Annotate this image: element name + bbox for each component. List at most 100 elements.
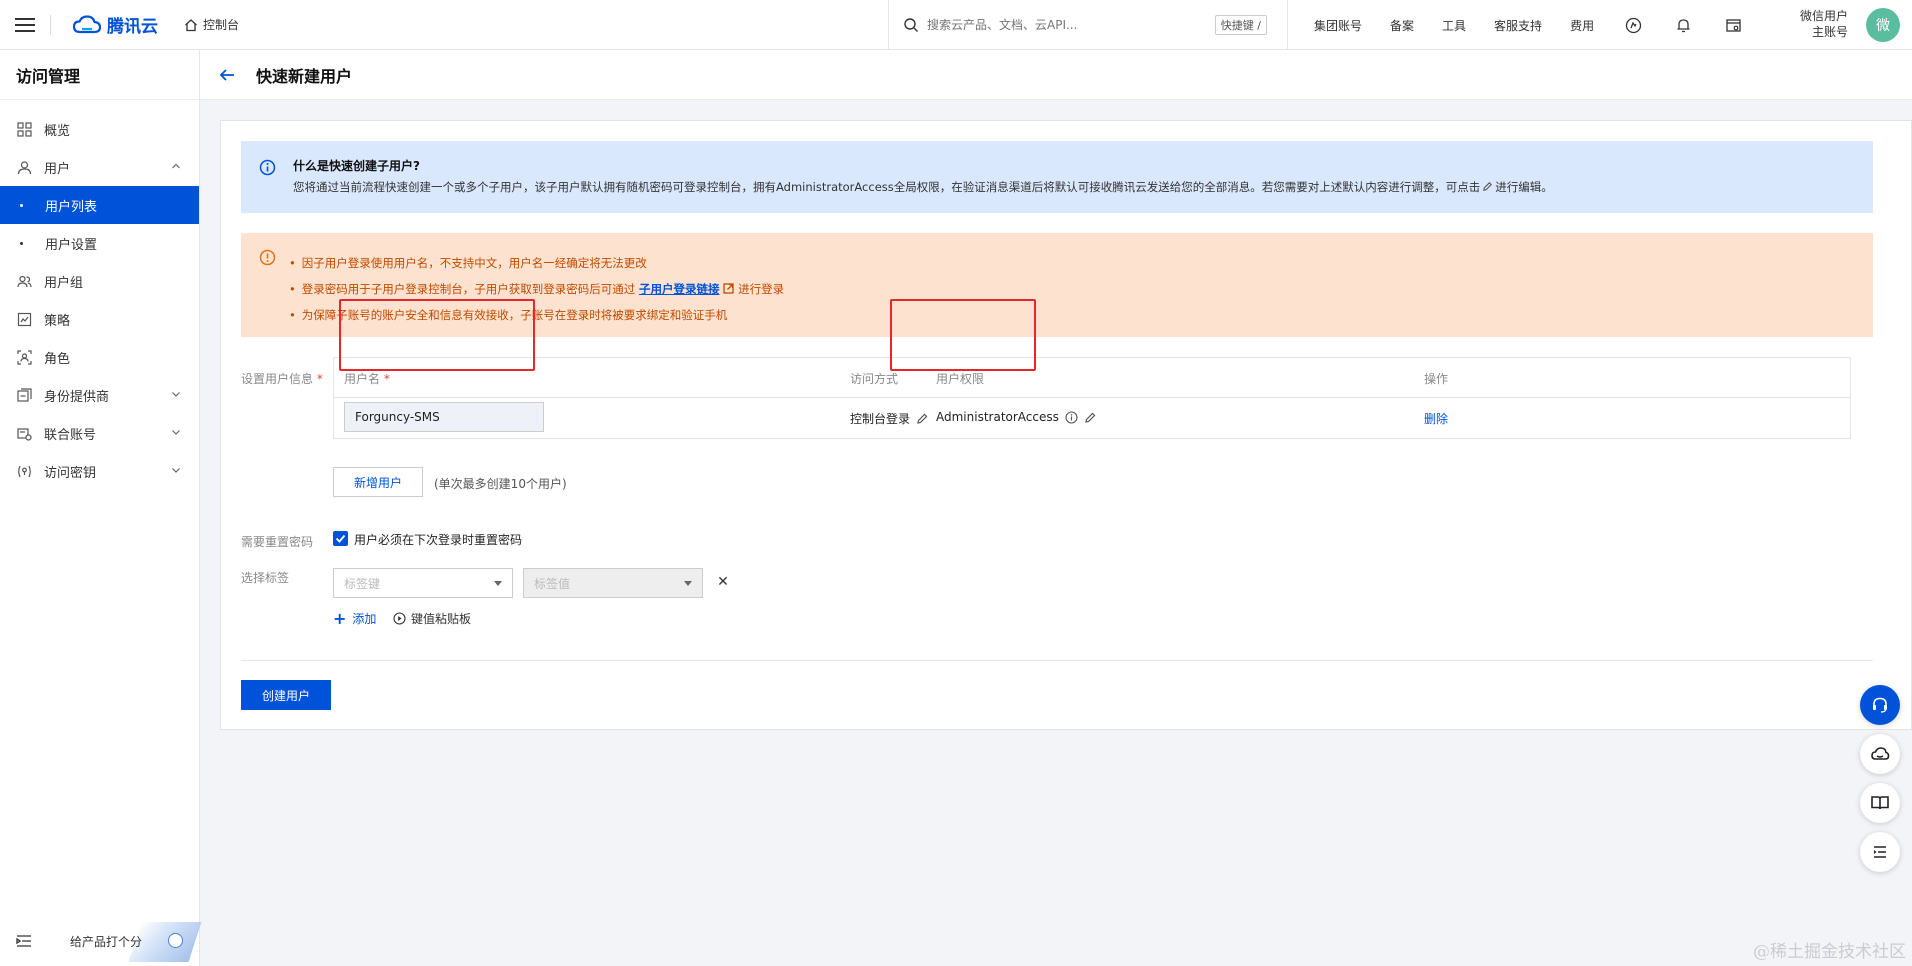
top-nav: 集团账号 备案 工具 客服支持 费用 bbox=[1300, 0, 1758, 50]
user-account[interactable]: 微信用户 主账号 bbox=[1800, 8, 1848, 40]
sidebar-item-label: 身份提供商 bbox=[44, 389, 110, 405]
bell-icon[interactable] bbox=[1658, 0, 1708, 50]
sidebar-item-label: 用户设置 bbox=[45, 237, 98, 253]
sidebar-item-access-keys[interactable]: 访问密钥 bbox=[0, 452, 199, 490]
customer-service-button[interactable] bbox=[1860, 685, 1900, 725]
table-header: 用户名 * 访问方式 用户权限 操作 bbox=[334, 358, 1850, 398]
sidebar-footer: 给产品打个分 bbox=[0, 916, 202, 966]
user-group-icon bbox=[16, 273, 32, 289]
sidebar-item-identity-providers[interactable]: 身份提供商 bbox=[0, 376, 199, 414]
tag-key-select[interactable]: 标签键 bbox=[333, 568, 513, 598]
shortcut-hint: 快捷键 / bbox=[1214, 15, 1267, 35]
sidebar-item-roles[interactable]: 角色 bbox=[0, 338, 199, 376]
username-input[interactable] bbox=[344, 402, 544, 432]
add-tag-label: 添加 bbox=[352, 612, 377, 626]
sidebar-item-label: 策略 bbox=[44, 313, 71, 329]
access-method-cell: 控制台登录 bbox=[850, 410, 929, 427]
documentation-button[interactable] bbox=[1860, 783, 1900, 823]
pencil-icon[interactable] bbox=[916, 412, 929, 425]
sidebar-item-user-list[interactable]: 用户列表 bbox=[0, 186, 199, 224]
sidebar-item-policies[interactable]: 策略 bbox=[0, 300, 199, 338]
create-user-form-card: 什么是快速创建子用户? 您将通过当前流程快速创建一个或多个子用户，该子用户默认拥… bbox=[220, 120, 1912, 730]
menu-icon[interactable] bbox=[0, 0, 50, 50]
top-bar: 腾讯云 控制台 快捷键 / 集团账号 备案 工具 客服支持 费用 微信用户 主账… bbox=[0, 0, 1912, 50]
sidebar-item-user-settings[interactable]: 用户设置 bbox=[0, 224, 199, 262]
bullet-dot bbox=[20, 204, 23, 207]
reset-password-checkbox-label[interactable]: 用户必须在下次登录时重置密码 bbox=[354, 531, 522, 548]
info-circle-icon[interactable] bbox=[1065, 410, 1078, 424]
reset-password-checkbox[interactable] bbox=[333, 531, 348, 546]
nav-filing[interactable]: 备案 bbox=[1390, 17, 1414, 34]
sidebar-item-label: 联合账号 bbox=[44, 427, 97, 443]
info-text-main: 您将通过当前流程快速创建一个或多个子用户，该子用户默认拥有随机密码可登录控制台，… bbox=[293, 180, 1481, 194]
policy-icon bbox=[16, 311, 32, 327]
search-icon bbox=[904, 18, 918, 32]
ai-assistant-icon[interactable] bbox=[1608, 0, 1658, 50]
user-info-label: 设置用户信息 * bbox=[241, 372, 323, 386]
warning-text: 登录密码用于子用户登录控制台，子用户获取到登录密码后可通过 bbox=[301, 282, 636, 296]
create-user-button[interactable]: 创建用户 bbox=[241, 680, 331, 710]
settings-panel-icon[interactable] bbox=[1708, 0, 1758, 50]
warning-text: 进行登录 bbox=[738, 282, 785, 296]
sidebar-item-label: 用户组 bbox=[44, 275, 84, 291]
nav-group-account[interactable]: 集团账号 bbox=[1314, 17, 1362, 34]
tag-key-placeholder: 标签键 bbox=[344, 576, 381, 591]
sidebar-item-user-groups[interactable]: 用户组 bbox=[0, 262, 199, 300]
cloud-logo-icon bbox=[73, 14, 101, 33]
user-name: 微信用户 bbox=[1799, 9, 1848, 23]
key-value-paste-button[interactable]: 键值粘贴板 bbox=[393, 610, 471, 627]
sub-user-login-link[interactable]: 子用户登录链接 bbox=[639, 282, 720, 296]
warning-item-username: 因子用户登录使用用户名，不支持中文，用户名一经确定将无法更改 bbox=[289, 250, 784, 276]
chevron-down-icon bbox=[172, 430, 180, 435]
add-user-button[interactable]: 新增用户 bbox=[333, 467, 423, 497]
nav-support[interactable]: 客服支持 bbox=[1494, 17, 1542, 34]
sidebar-item-label: 角色 bbox=[44, 351, 71, 367]
add-tag-button[interactable]: + 添加 bbox=[333, 610, 376, 627]
column-username: 用户名 * bbox=[344, 372, 390, 386]
nav-billing[interactable]: 费用 bbox=[1570, 17, 1594, 34]
sidebar-item-users[interactable]: 用户 bbox=[0, 148, 199, 186]
highlight-username-box bbox=[339, 299, 535, 371]
external-link-icon[interactable] bbox=[723, 283, 735, 294]
outline-button[interactable] bbox=[1860, 832, 1900, 872]
back-arrow-icon[interactable] bbox=[218, 66, 236, 84]
identity-provider-icon bbox=[16, 387, 32, 403]
headset-icon bbox=[1873, 697, 1887, 713]
search-input[interactable] bbox=[927, 18, 1207, 32]
info-title: 什么是快速创建子用户? bbox=[293, 159, 420, 173]
brand-logo[interactable]: 腾讯云 bbox=[73, 12, 158, 37]
user-table: 用户名 * 访问方式 用户权限 操作 控制台登录 AdministratorAc… bbox=[333, 357, 1851, 439]
brand-name: 腾讯云 bbox=[107, 17, 158, 37]
grid-icon bbox=[16, 121, 32, 137]
rate-product-button[interactable]: 给产品打个分 bbox=[70, 926, 142, 956]
nav-tools[interactable]: 工具 bbox=[1442, 17, 1466, 34]
user-limit-note: (单次最多创建10个用户) bbox=[434, 477, 567, 491]
pencil-icon bbox=[1483, 182, 1493, 191]
cloud-assistant-button[interactable] bbox=[1860, 734, 1900, 774]
sidebar-title: 访问管理 bbox=[0, 50, 199, 100]
tag-value-placeholder: 标签值 bbox=[534, 576, 571, 591]
collapse-sidebar-icon[interactable] bbox=[16, 934, 32, 948]
play-circle-icon bbox=[393, 612, 406, 625]
remove-tag-icon[interactable]: ✕ bbox=[713, 572, 733, 592]
delete-row-link[interactable]: 删除 bbox=[1424, 410, 1448, 427]
avatar[interactable]: 微 bbox=[1866, 8, 1900, 42]
global-search[interactable]: 快捷键 / bbox=[888, 0, 1288, 50]
sidebar-item-label: 访问密钥 bbox=[44, 465, 97, 481]
chevron-up-icon bbox=[172, 163, 180, 169]
pencil-icon[interactable] bbox=[1084, 411, 1097, 424]
console-link[interactable]: 控制台 bbox=[184, 16, 239, 33]
clock-icon bbox=[168, 933, 183, 948]
sidebar-menu: 概览 用户 用户列表 用户设置 用户组 策略 角色 身份提供商 联合账号 访问密… bbox=[0, 110, 199, 490]
sidebar-item-overview[interactable]: 概览 bbox=[0, 110, 199, 148]
home-icon bbox=[185, 18, 197, 31]
chevron-down-icon bbox=[172, 468, 180, 473]
caret-down-icon bbox=[494, 581, 502, 586]
role-icon bbox=[16, 349, 32, 365]
console-label: 控制台 bbox=[203, 18, 240, 32]
info-icon bbox=[259, 159, 276, 176]
sidebar-item-federated-accounts[interactable]: 联合账号 bbox=[0, 414, 199, 452]
column-access: 访问方式 bbox=[850, 372, 899, 386]
form-divider bbox=[241, 660, 1873, 661]
column-action: 操作 bbox=[1424, 372, 1449, 386]
